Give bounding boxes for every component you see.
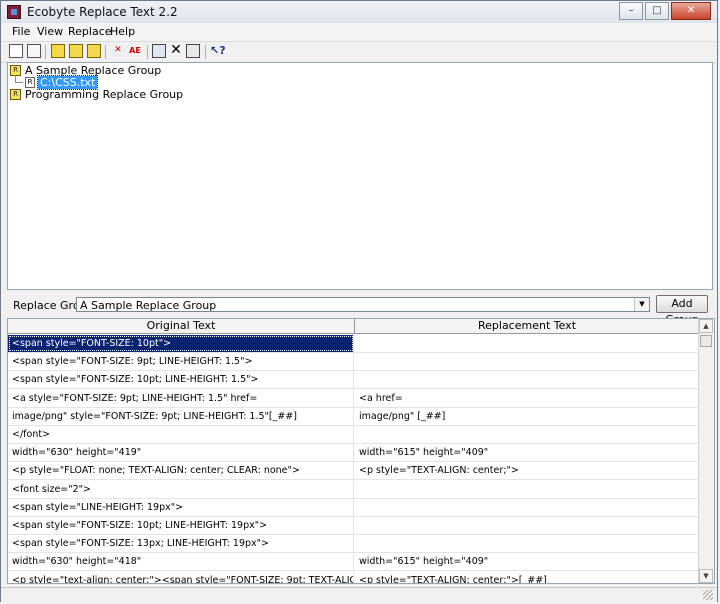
table-row[interactable]: <span style="LINE-HEIGHT: 19px"> [8, 498, 700, 517]
menu-view[interactable]: View [37, 25, 63, 38]
replacement-text-cell[interactable] [355, 517, 700, 534]
table-row[interactable]: </font> [8, 426, 700, 444]
save-group-icon[interactable] [87, 44, 101, 58]
original-text-cell[interactable]: <span style="FONT-SIZE: 9pt; LINE-HEIGHT… [8, 353, 354, 371]
replacement-text-cell[interactable] [355, 426, 700, 443]
title-bar[interactable]: Ecobyte Replace Text 2.2 – □ ✕ [1, 1, 717, 24]
replacement-text-cell[interactable] [355, 335, 700, 352]
file-icon: R [25, 77, 35, 88]
original-text-cell[interactable]: <p style="FLOAT: none; TEXT-ALIGN: cente… [8, 462, 354, 480]
scroll-up-icon[interactable]: ▲ [699, 319, 713, 333]
original-text-cell[interactable]: <font size="2"> [8, 480, 354, 498]
toolbar: ✕ AE ✕ ↖? [1, 42, 717, 63]
table-row[interactable]: <p style="text-align: center;"><span sty… [8, 571, 700, 583]
replacement-text-cell[interactable] [355, 499, 700, 516]
replacement-text-cell[interactable] [355, 353, 700, 370]
table-row[interactable]: <span style="FONT-SIZE: 10pt; LINE-HEIGH… [8, 517, 700, 535]
app-icon [7, 5, 21, 19]
replacement-text-cell[interactable]: width="615" height="409" [355, 553, 700, 570]
original-text-cell[interactable]: width="630" height="419" [8, 444, 354, 462]
original-text-cell[interactable]: width="630" height="418" [8, 553, 354, 571]
original-text-cell[interactable]: <a style="FONT-SIZE: 9pt; LINE-HEIGHT: 1… [8, 389, 354, 407]
add-group-icon[interactable] [51, 44, 65, 58]
original-text-cell[interactable]: <span style="LINE-HEIGHT: 19px"> [8, 498, 354, 516]
table-row[interactable]: width="630" height="418" width="615" heig… [8, 553, 700, 572]
minimize-button[interactable]: – [619, 2, 643, 20]
original-text-cell[interactable]: <p style="text-align: center;"><span sty… [8, 571, 354, 583]
replacement-text-cell[interactable] [355, 535, 700, 552]
table-row[interactable]: <p style="FLOAT: none; TEXT-ALIGN: cente… [8, 462, 700, 481]
replace-group-tree[interactable]: R A Sample Replace Group R C:\CSS.txt R … [7, 62, 713, 290]
open-icon[interactable] [27, 44, 41, 58]
maximize-button[interactable]: □ [645, 2, 669, 20]
app-window: Ecobyte Replace Text 2.2 – □ ✕ File View… [0, 0, 718, 602]
add-group-button[interactable]: Add Group [656, 295, 708, 326]
original-text-cell[interactable]: <span style="FONT-SIZE: 10pt; LINE-HEIGH… [8, 517, 354, 534]
replace-table: Original Text Replacement Text <span sty… [7, 318, 715, 584]
menu-bar: File View Replace Help [1, 23, 717, 42]
column-header-replacement[interactable]: Replacement Text [355, 319, 700, 334]
open-group-icon[interactable] [69, 44, 83, 58]
table-row[interactable]: <a style="FONT-SIZE: 9pt; LINE-HEIGHT: 1… [8, 389, 700, 408]
help-icon[interactable]: ↖? [210, 44, 226, 58]
table-row[interactable]: image/png" style="FONT-SIZE: 9pt; LINE-H… [8, 407, 700, 426]
new-icon[interactable] [9, 44, 23, 58]
tree-node-label: Programming Replace Group [25, 88, 184, 101]
table-row[interactable]: <span style="FONT-SIZE: 10pt"> [8, 335, 700, 353]
replace-group-select[interactable]: A Sample Replace Group ▼ [76, 297, 650, 312]
properties-icon[interactable] [186, 44, 200, 58]
replacement-text-cell[interactable]: <p style="TEXT-ALIGN: center;">[_##] [355, 572, 700, 583]
delete-icon[interactable]: ✕ [169, 43, 183, 58]
column-header-original[interactable]: Original Text [8, 319, 355, 334]
replace-icon[interactable]: ✕ [111, 44, 125, 58]
original-text-cell[interactable]: <span style="FONT-SIZE: 10pt; LINE-HEIGH… [8, 371, 354, 389]
original-text-cell[interactable]: </font> [8, 426, 354, 443]
window-title: Ecobyte Replace Text 2.2 [27, 5, 178, 19]
replacement-text-cell[interactable] [355, 481, 700, 498]
menu-replace[interactable]: Replace [68, 25, 112, 38]
tree-node-programming-group[interactable]: R Programming Replace Group [10, 88, 183, 101]
table-row[interactable]: <span style="FONT-SIZE: 13px; LINE-HEIGH… [8, 535, 700, 554]
replace-all-icon[interactable]: AE [128, 44, 142, 58]
original-text-cell[interactable]: image/png" style="FONT-SIZE: 9pt; LINE-H… [8, 407, 354, 425]
original-text-cell[interactable]: <span style="FONT-SIZE: 13px; LINE-HEIGH… [8, 535, 354, 553]
replacement-text-cell[interactable]: image/png" [_##] [355, 408, 700, 425]
replacement-text-cell[interactable] [355, 371, 700, 388]
replacement-text-cell[interactable]: width="615" height="409" [355, 444, 700, 461]
scroll-down-icon[interactable]: ▼ [699, 569, 713, 583]
replacement-text-cell[interactable]: <a href= [355, 390, 700, 407]
resize-grip-icon[interactable] [703, 590, 713, 600]
replacement-text-cell[interactable]: <p style="TEXT-ALIGN: center;"> [355, 462, 700, 479]
close-button[interactable]: ✕ [671, 2, 711, 20]
table-row[interactable]: <span style="FONT-SIZE: 10pt; LINE-HEIGH… [8, 371, 700, 390]
vertical-scrollbar[interactable]: ▲ ▼ [698, 319, 714, 583]
original-text-cell[interactable]: <span style="FONT-SIZE: 10pt"> [8, 335, 354, 352]
replace-group-value: A Sample Replace Group [80, 299, 217, 312]
status-bar [1, 587, 717, 602]
group-icon: R [10, 89, 21, 100]
menu-help[interactable]: Help [110, 25, 135, 38]
table-row[interactable]: <font size="2"> [8, 480, 700, 499]
menu-file[interactable]: File [12, 25, 30, 38]
table-row[interactable]: width="630" height="419" width="615" heig… [8, 444, 700, 463]
preview-icon[interactable] [152, 44, 166, 58]
chevron-down-icon[interactable]: ▼ [634, 298, 649, 311]
scroll-thumb[interactable] [700, 335, 712, 347]
table-row[interactable]: <span style="FONT-SIZE: 9pt; LINE-HEIGHT… [8, 353, 700, 372]
